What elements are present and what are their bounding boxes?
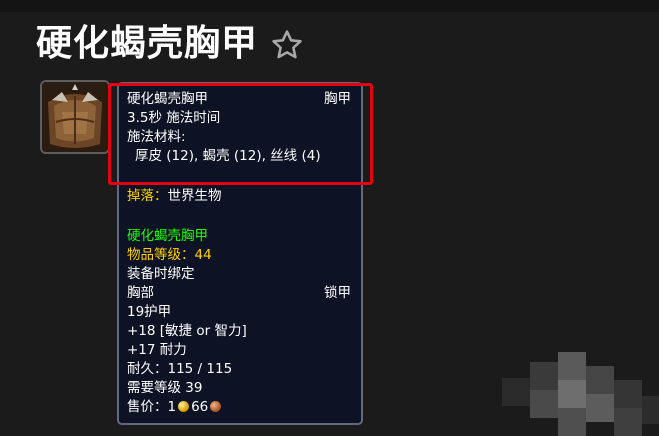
sell-gold-amount: 1 <box>167 399 177 415</box>
armor-type: 锁甲 <box>324 285 351 301</box>
sell-price-label: 售价： <box>127 399 168 415</box>
item-level-line: 物品等级：44 <box>127 246 351 265</box>
stat-agility-int: +18 [敏捷 or 智力] <box>127 323 247 339</box>
item-icon[interactable] <box>40 80 110 154</box>
gold-coin-icon <box>178 401 190 412</box>
equip-slot: 胸部 <box>127 285 154 301</box>
item-level-value: 44 <box>194 247 212 263</box>
drop-label: 掉落： <box>127 188 168 204</box>
item-name: 硬化蝎壳胸甲 <box>127 228 208 244</box>
armor-value: 19护甲 <box>127 304 172 320</box>
bind-type: 装备时绑定 <box>127 266 195 282</box>
star-icon[interactable] <box>270 28 304 62</box>
page-title: 硬化蝎壳胸甲 <box>36 23 259 64</box>
drop-source: 世界生物 <box>167 188 222 204</box>
sell-price-line: 售价：1 66 <box>127 398 351 417</box>
slot-line: 胸部 锁甲 <box>127 284 351 303</box>
durability: 耐久：115 / 115 <box>127 361 233 377</box>
stat-stamina: +17 耐力 <box>127 342 187 358</box>
drop-line: 掉落：世界生物 <box>127 187 351 206</box>
top-bar <box>0 0 659 12</box>
highlight-box <box>108 83 373 185</box>
item-level-label: 物品等级： <box>127 247 195 263</box>
required-level: 需要等级 39 <box>127 380 203 396</box>
copper-coin-icon <box>210 401 222 412</box>
sell-copper-amount: 66 <box>191 399 209 415</box>
